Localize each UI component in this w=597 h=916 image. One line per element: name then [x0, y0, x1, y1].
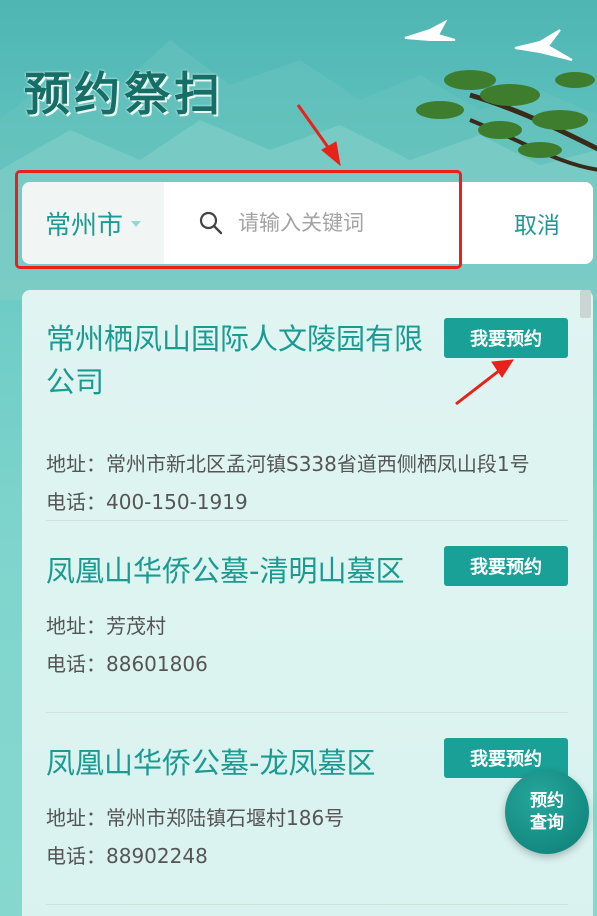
address-label: 地址： [46, 452, 106, 476]
reserve-button[interactable]: 我要预约 [444, 318, 568, 358]
cemetery-name: 常州栖凤山国际人文陵园有限公司 [46, 322, 424, 399]
phone-value: 88902248 [106, 844, 208, 868]
city-label: 常州市 [44, 210, 123, 241]
caret-down-icon [131, 221, 141, 227]
cancel-button[interactable]: 取消 [514, 182, 574, 264]
divider [46, 520, 568, 521]
scrollbar[interactable] [580, 290, 591, 318]
phone-row: 电话：400-150-1919 [46, 486, 248, 515]
reserve-button[interactable]: 我要预约 [444, 546, 568, 586]
phone-label: 电话： [46, 652, 106, 676]
divider [46, 712, 568, 713]
address-row: 地址：常州市郑陆镇石堰村186号 [46, 802, 344, 831]
search-field [192, 182, 492, 264]
crane-icon [404, 19, 573, 61]
phone-value: 88601806 [106, 652, 208, 676]
phone-label: 电话： [46, 490, 106, 514]
address-row: 地址：常州市新北区孟河镇S338省道西侧栖凤山段1号 [46, 448, 530, 477]
address-value: 常州市新北区孟河镇S338省道西侧栖凤山段1号 [106, 452, 530, 476]
list-item: 凤凰山华侨公墓-龙凤墓区 我要预约 地址：常州市郑陆镇石堰村186号 电话：88… [46, 738, 568, 882]
cemetery-name: 凤凰山华侨公墓-龙凤墓区 [46, 746, 376, 780]
search-input[interactable] [236, 210, 490, 236]
divider [46, 904, 568, 905]
float-button-line1: 预约 [530, 791, 564, 811]
address-value: 芳茂村 [106, 614, 166, 638]
address-value: 常州市郑陆镇石堰村186号 [106, 806, 345, 830]
phone-row: 电话：88601806 [46, 648, 208, 677]
list-item: 凤凰山华侨公墓-清明山墓区 我要预约 地址：芳茂村 电话：88601806 [46, 546, 568, 690]
search-bar: 常州市 取消 [22, 182, 593, 264]
cemetery-name: 凤凰山华侨公墓-清明山墓区 [46, 554, 405, 588]
phone-value: 400-150-1919 [106, 490, 248, 514]
phone-row: 电话：88902248 [46, 840, 208, 869]
search-icon [199, 211, 223, 235]
address-label: 地址： [46, 614, 106, 638]
float-button-line2: 查询 [530, 813, 564, 833]
reservation-query-button[interactable]: 预约 查询 [505, 770, 589, 854]
city-selector[interactable]: 常州市 [22, 182, 164, 264]
phone-label: 电话： [46, 844, 106, 868]
page-title: 预约祭扫 [24, 67, 224, 121]
address-label: 地址： [46, 806, 106, 830]
address-row: 地址：芳茂村 [46, 610, 166, 639]
list-item: 常州栖凤山国际人文陵园有限公司 我要预约 地址：常州市新北区孟河镇S338省道西… [46, 318, 568, 518]
